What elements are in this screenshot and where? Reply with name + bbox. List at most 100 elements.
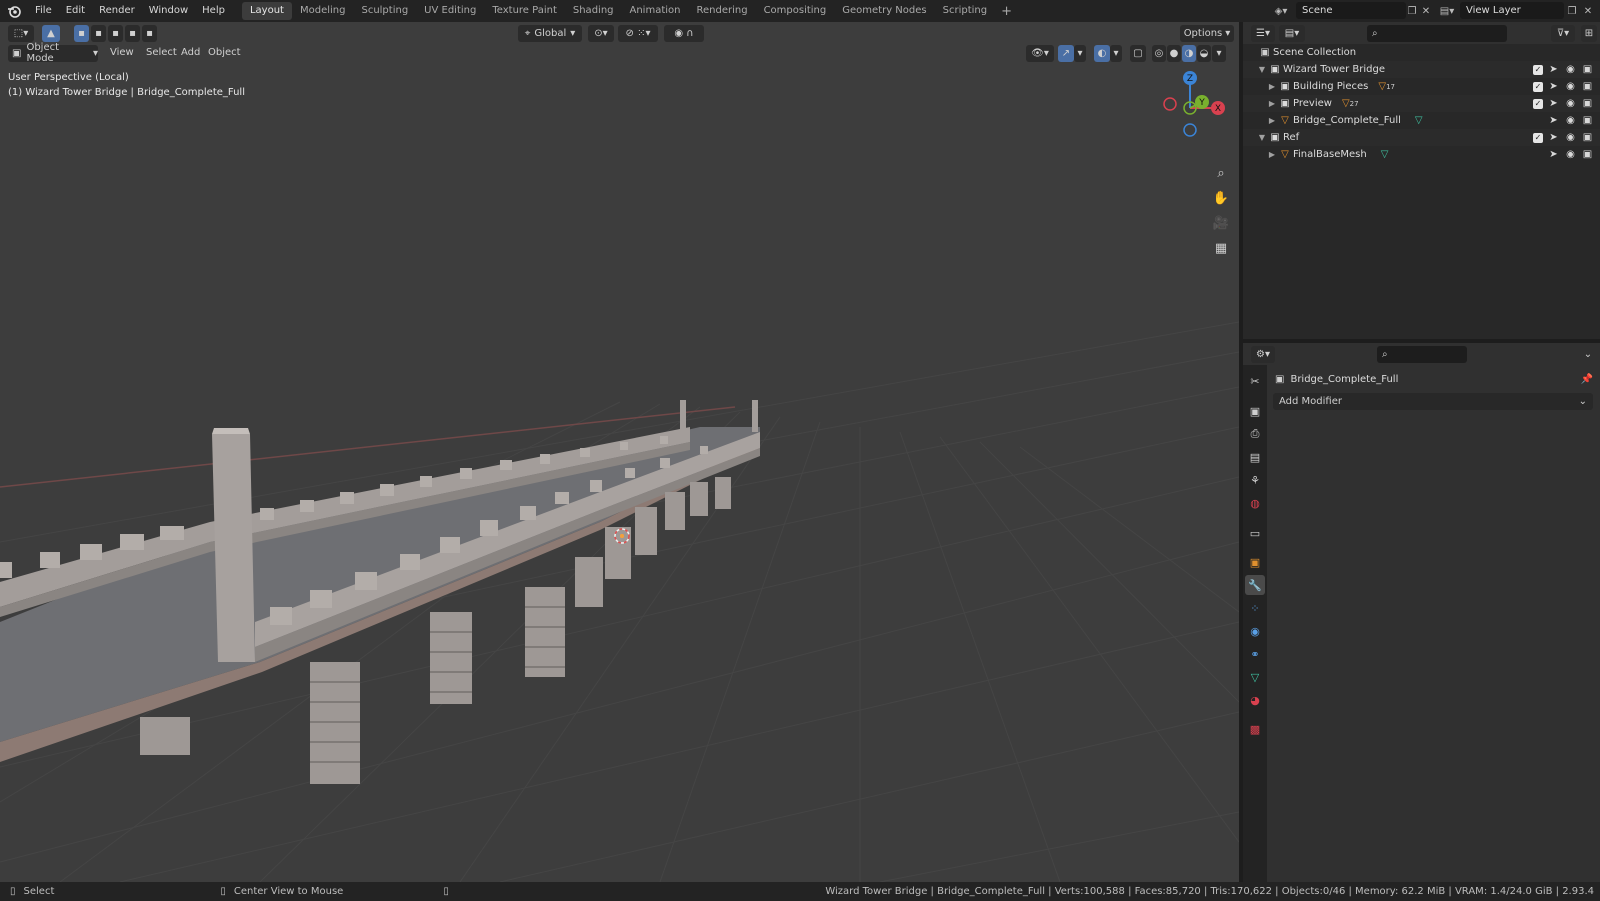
camera-view-icon[interactable]: 🎥 [1210, 212, 1232, 234]
pan-hand-icon[interactable]: ✋ [1210, 187, 1232, 209]
tab-uv-editing[interactable]: UV Editing [416, 2, 484, 20]
object-tab-icon[interactable]: ▣ [1245, 552, 1265, 572]
outliner-row-building-pieces[interactable]: ▶ ▣ Building Pieces ▽ 17 ✓ ➤ ◉ ▣ [1243, 78, 1600, 95]
zoom-icon[interactable]: ⌕ [1210, 162, 1232, 184]
select-invert-icon[interactable]: ▪ [125, 24, 140, 42]
exclude-checkbox[interactable]: ✓ [1533, 98, 1543, 109]
menu-render[interactable]: Render [92, 0, 142, 22]
overlays-dropdown-icon[interactable]: ▾ [1110, 44, 1122, 62]
new-collection-icon[interactable]: ⊞ [1581, 24, 1597, 42]
eye-icon[interactable]: ◉ [1564, 81, 1577, 92]
collection-tab-icon[interactable]: ▭ [1245, 523, 1265, 543]
expand-arrow-icon[interactable]: ▶ [1267, 99, 1277, 108]
view-layer-selector-icon[interactable]: ▤▾ [1434, 3, 1460, 19]
expand-arrow-icon[interactable]: ▼ [1257, 65, 1267, 74]
render-tab-icon[interactable]: ▣ [1245, 401, 1265, 421]
blender-logo-icon[interactable] [0, 4, 28, 18]
world-tab-icon[interactable]: ◍ [1245, 493, 1265, 513]
eye-icon[interactable]: ◉ [1564, 98, 1577, 109]
rendered-shading-icon[interactable]: ◒ [1197, 44, 1211, 62]
view-layer-copy-icon[interactable]: ❐ [1564, 3, 1580, 19]
select-extend-icon[interactable]: ▪ [91, 24, 106, 42]
outliner-row-wizard-tower-bridge[interactable]: ▼ ▣ Wizard Tower Bridge ✓ ➤ ◉ ▣ [1243, 61, 1600, 78]
view-layer-close-icon[interactable]: ✕ [1580, 3, 1596, 19]
physics-tab-icon[interactable]: ◉ [1245, 621, 1265, 641]
scene-close-icon[interactable]: ✕ [1418, 3, 1434, 19]
chevron-down-icon[interactable]: ⌄ [1581, 346, 1595, 363]
outliner-row-scene-collection[interactable]: ▣ Scene Collection [1243, 44, 1600, 61]
constraints-tab-icon[interactable]: ⚭ [1245, 644, 1265, 664]
expand-arrow-icon[interactable]: ▶ [1267, 116, 1277, 125]
selectable-arrow-icon[interactable]: ➤ [1547, 64, 1560, 75]
outliner-row-final-base-mesh[interactable]: ▶ ▽ FinalBaseMesh ▽ ➤ ◉ ▣ [1243, 146, 1600, 163]
scene-selector-icon[interactable]: ◈▾ [1268, 3, 1294, 19]
particles-tab-icon[interactable]: ⁘ [1245, 598, 1265, 618]
add-modifier-dropdown[interactable]: Add Modifier ⌄ [1273, 393, 1593, 410]
pivot-point-icon[interactable]: ⊙▾ [588, 24, 614, 42]
tab-scripting[interactable]: Scripting [935, 2, 995, 20]
expand-arrow-icon[interactable]: ▼ [1257, 133, 1267, 142]
render-camera-icon[interactable]: ▣ [1581, 64, 1594, 75]
view-layer-field[interactable]: View Layer [1460, 2, 1564, 19]
selectable-arrow-icon[interactable]: ➤ [1547, 132, 1560, 143]
exclude-checkbox[interactable]: ✓ [1533, 132, 1543, 143]
outliner-row-ref[interactable]: ▼ ▣ Ref ✓ ➤ ◉ ▣ [1243, 129, 1600, 146]
tab-texture-paint[interactable]: Texture Paint [484, 2, 565, 20]
gizmo-toggle-icon[interactable]: ↗ [1058, 44, 1074, 62]
modifier-tab-icon[interactable]: 🔧 [1245, 575, 1265, 595]
output-tab-icon[interactable]: ⎙ [1245, 424, 1265, 444]
editor-type-icon[interactable]: ⬚▾ [8, 24, 34, 42]
wireframe-shading-icon[interactable]: ◎ [1152, 44, 1166, 62]
select-subtract-icon[interactable]: ▪ [108, 24, 123, 42]
filter-icon[interactable]: ⊽▾ [1551, 24, 1575, 42]
add-workspace-icon[interactable]: + [995, 4, 1018, 19]
expand-arrow-icon[interactable]: ▶ [1267, 82, 1277, 91]
outliner-search-input[interactable]: ⌕ [1367, 24, 1507, 42]
eye-icon[interactable]: ◉ [1564, 132, 1577, 143]
texture-tab-icon[interactable]: ▩ [1245, 719, 1265, 739]
selectable-arrow-icon[interactable]: ➤ [1547, 81, 1560, 92]
render-camera-icon[interactable]: ▣ [1581, 98, 1594, 109]
3d-viewport[interactable]: ⬚▾ ▲ ▪ ▪ ▪ ▪ ▪ ⌖ Global ▾ ⊙▾ ⊘ ⁙▾ ◉ ∩ Op… [0, 22, 1239, 882]
scene-name-field[interactable]: Scene [1296, 2, 1406, 19]
ortho-grid-icon[interactable]: ▦ [1210, 237, 1232, 259]
eye-icon[interactable]: ◉ [1564, 115, 1577, 126]
transform-orientation-dropdown[interactable]: ⌖ Global ▾ [518, 24, 582, 42]
menu-file[interactable]: File [28, 0, 59, 22]
options-dropdown[interactable]: Options ▾ [1180, 24, 1234, 42]
tab-modeling[interactable]: Modeling [292, 2, 354, 20]
data-tab-icon[interactable]: ▽ [1245, 667, 1265, 687]
expand-arrow-icon[interactable]: ▶ [1267, 150, 1277, 159]
selectable-arrow-icon[interactable]: ➤ [1547, 115, 1560, 126]
shading-dropdown-icon[interactable]: ▾ [1212, 44, 1226, 62]
solid-shading-icon[interactable]: ● [1167, 44, 1181, 62]
mode-dropdown[interactable]: ▣ Object Mode ▾ [8, 42, 98, 64]
render-camera-icon[interactable]: ▣ [1581, 132, 1594, 143]
display-mode-icon[interactable]: ▤▾ [1279, 24, 1305, 42]
outliner-row-preview[interactable]: ▶ ▣ Preview ▽ 27 ✓ ➤ ◉ ▣ [1243, 95, 1600, 112]
tab-rendering[interactable]: Rendering [688, 2, 755, 20]
exclude-checkbox[interactable]: ✓ [1533, 81, 1543, 92]
tab-geometry-nodes[interactable]: Geometry Nodes [834, 2, 934, 20]
tab-shading[interactable]: Shading [565, 2, 622, 20]
overlays-toggle-icon[interactable]: ◐ [1094, 44, 1110, 62]
exclude-checkbox[interactable]: ✓ [1533, 64, 1543, 75]
menu-window[interactable]: Window [142, 0, 195, 22]
outliner-row-bridge-complete-full[interactable]: ▶ ▽ Bridge_Complete_Full ▽ ➤ ◉ ▣ [1243, 112, 1600, 129]
menu-edit[interactable]: Edit [59, 0, 92, 22]
render-camera-icon[interactable]: ▣ [1581, 81, 1594, 92]
selectable-arrow-icon[interactable]: ➤ [1547, 149, 1560, 160]
tab-sculpting[interactable]: Sculpting [353, 2, 416, 20]
render-camera-icon[interactable]: ▣ [1581, 115, 1594, 126]
pin-icon[interactable]: 📌 [1581, 374, 1593, 385]
proportional-edit-icon[interactable]: ◉ ∩ [664, 24, 704, 42]
tab-layout[interactable]: Layout [241, 2, 292, 20]
selectable-arrow-icon[interactable]: ➤ [1547, 98, 1560, 109]
viewport-menu-object[interactable]: Object [200, 43, 249, 63]
visibility-icon[interactable]: 👁▾ [1026, 44, 1054, 62]
eye-icon[interactable]: ◉ [1564, 149, 1577, 160]
gizmo-dropdown-icon[interactable]: ▾ [1074, 44, 1086, 62]
tab-animation[interactable]: Animation [622, 2, 689, 20]
xray-toggle-icon[interactable]: ▢ [1130, 44, 1146, 62]
navigation-gizmo[interactable]: Z X Y [1160, 70, 1239, 150]
